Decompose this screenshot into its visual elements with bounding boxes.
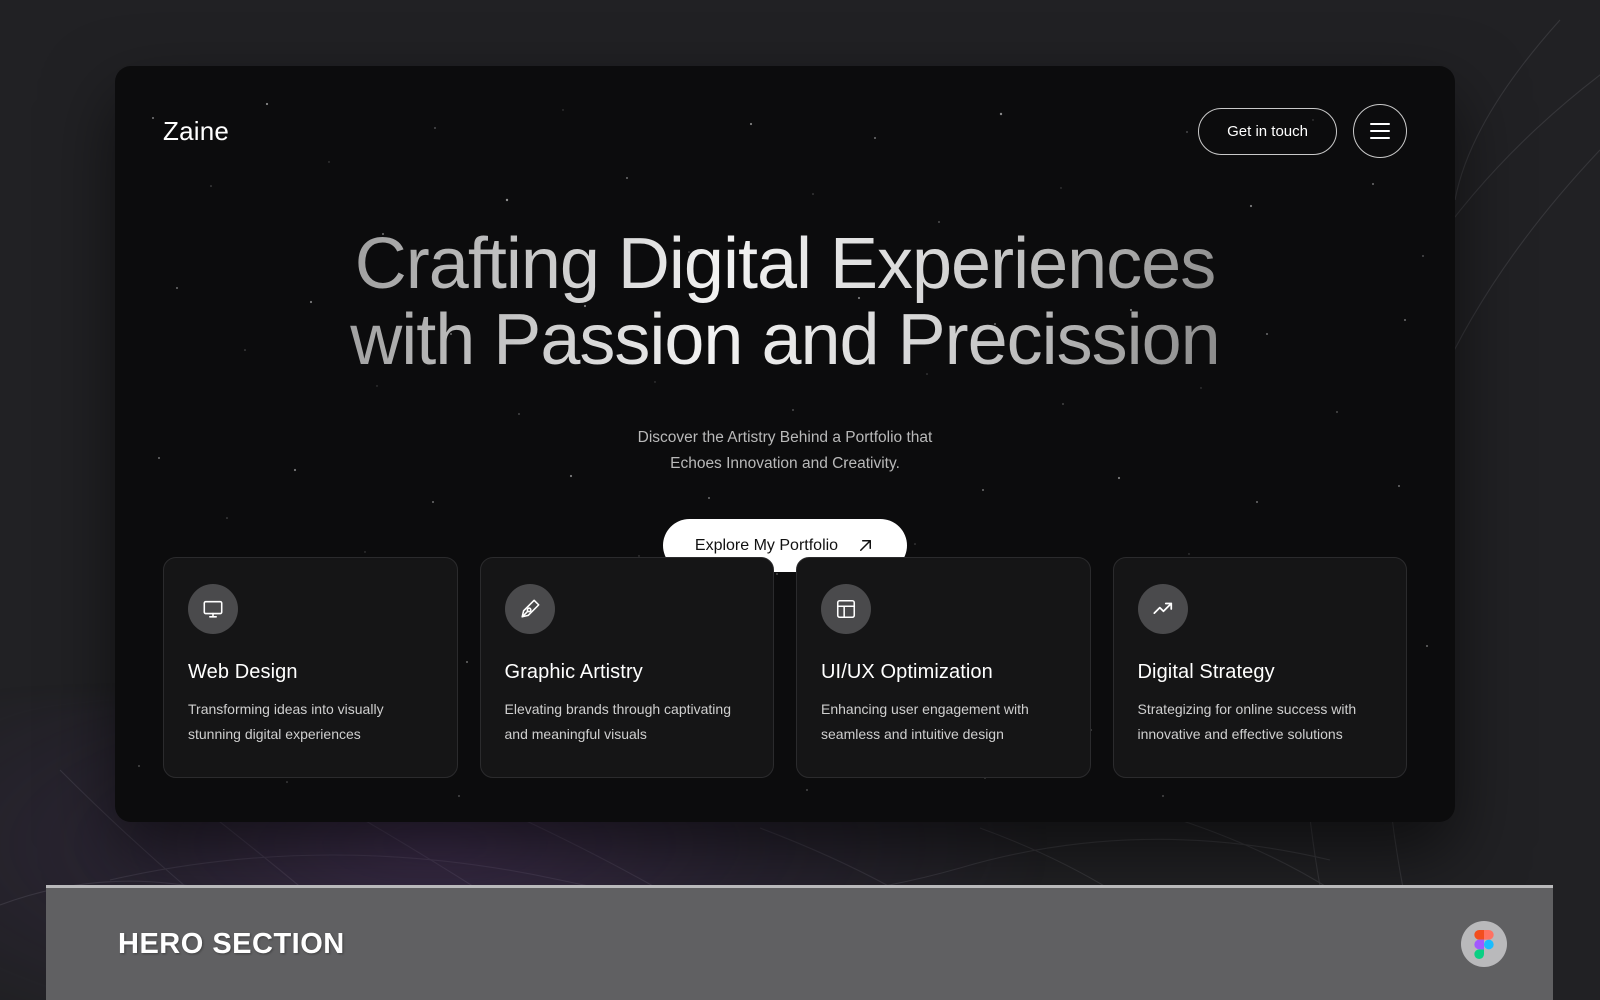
figma-logo-icon[interactable]	[1461, 921, 1507, 967]
hero-content: Crafting Digital Experiences with Passio…	[115, 226, 1455, 573]
card-title: Web Design	[188, 660, 298, 683]
arrow-up-right-icon	[856, 536, 875, 555]
card-desc-line-2: and meaningful visuals	[504, 725, 647, 742]
trending-up-icon	[1137, 584, 1188, 634]
layout-panel-icon	[821, 584, 871, 634]
subtitle-line-1: Discover the Artistry Behind a Portfolio…	[637, 428, 933, 446]
hamburger-menu-icon[interactable]	[1353, 104, 1407, 158]
section-label: HERO SECTION	[118, 927, 345, 960]
card-desc-line-2: seamless and intuitive design	[821, 725, 1004, 742]
card-title: UI/UX Optimization	[821, 660, 993, 683]
card-desc-line-1: Strategizing for online success with	[1137, 700, 1357, 717]
monitor-icon	[188, 584, 238, 634]
get-in-touch-button[interactable]: Get in touch	[1198, 107, 1337, 155]
explore-portfolio-label: Explore My Portfolio	[694, 536, 839, 554]
card-description: Strategizing for online success with inn…	[1138, 697, 1383, 747]
card-desc-line-2: innovative and effective solutions	[1137, 725, 1343, 742]
headline-line-2: with Passion and Precission	[350, 300, 1220, 381]
feature-card-uiux-optimization[interactable]: UI/UX Optimization Enhancing user engage…	[796, 557, 1091, 778]
card-title: Digital Strategy	[1137, 660, 1275, 683]
card-description: Elevating brands through captivating and…	[505, 697, 750, 747]
feature-cards-grid: Web Design Transforming ideas into visua…	[163, 557, 1407, 778]
subtitle-line-2: Echoes Innovation and Creativity.	[670, 454, 900, 472]
headline-line-1: Crafting Digital Experiences	[354, 224, 1216, 304]
feature-card-graphic-artistry[interactable]: Graphic Artistry Elevating brands throug…	[479, 557, 774, 778]
feature-card-digital-strategy[interactable]: Digital Strategy Strategizing for online…	[1112, 557, 1407, 778]
menu-line-1	[1370, 123, 1390, 125]
card-description: Enhancing user engagement with seamless …	[821, 697, 1066, 747]
card-desc-line-2: stunning digital experiences	[188, 725, 361, 742]
header-actions: Get in touch	[1198, 104, 1407, 158]
site-header: Zaine Get in touch	[115, 66, 1455, 196]
menu-line-3	[1370, 137, 1390, 139]
page-title: Crafting Digital Experiences with Passio…	[115, 226, 1455, 379]
feature-card-web-design[interactable]: Web Design Transforming ideas into visua…	[163, 557, 458, 778]
card-desc-line-1: Elevating brands through captivating	[504, 700, 731, 717]
section-label-bar: HERO SECTION	[46, 885, 1553, 1000]
menu-line-2	[1370, 130, 1390, 132]
card-desc-line-1: Enhancing user engagement with	[821, 700, 1029, 717]
hero-panel: Zaine Get in touch Crafting Digital Expe…	[115, 66, 1455, 822]
card-description: Transforming ideas into visually stunnin…	[188, 697, 433, 747]
pen-nib-icon	[504, 584, 555, 634]
card-title: Graphic Artistry	[504, 660, 643, 683]
hero-subtitle: Discover the Artistry Behind a Portfolio…	[115, 425, 1455, 478]
card-desc-line-1: Transforming ideas into visually	[188, 700, 384, 717]
brand-logo[interactable]: Zaine	[163, 116, 229, 147]
